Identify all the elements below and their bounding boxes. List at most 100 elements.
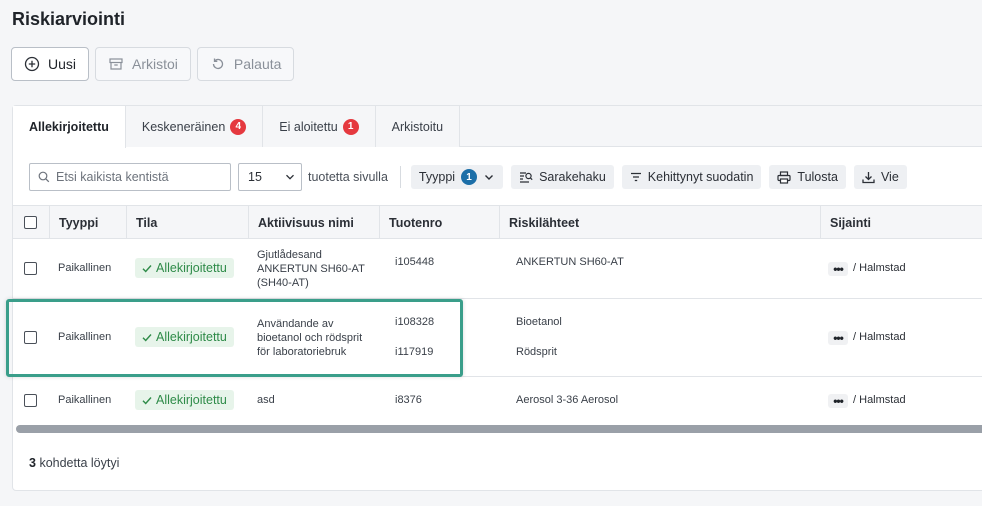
- tab-label: Keskeneräinen: [141, 119, 226, 134]
- row-checkbox[interactable]: [24, 262, 37, 275]
- product-number[interactable]: i117919: [395, 346, 433, 358]
- status-label: Allekirjoitettu: [156, 330, 227, 344]
- table-header: Tyyppi Tila Aktiivisuus nimi Tuotenro Ri…: [13, 205, 982, 239]
- results-count: 3 kohdetta löytyi: [29, 456, 119, 470]
- filter-bar: 15 tuotetta sivulla Tyyppi 1 Sarakehaku …: [29, 163, 907, 191]
- tab-archived[interactable]: Arkistoitu: [375, 106, 461, 147]
- more-dots-icon[interactable]: •••: [828, 394, 848, 408]
- plus-circle-icon: [24, 56, 40, 72]
- download-icon: [862, 171, 875, 183]
- column-search-icon: [520, 172, 533, 183]
- row-checkbox[interactable]: [24, 331, 37, 344]
- status-badge: Allekirjoitettu: [135, 390, 234, 410]
- risk-source[interactable]: Aerosol 3-36 Aerosol: [516, 394, 618, 406]
- location-label: Halmstad: [859, 262, 906, 274]
- table-row[interactable]: Paikallinen Allekirjoitettu Användande a…: [13, 299, 982, 377]
- results-count-label: kohdetta löytyi: [39, 456, 120, 470]
- chevron-down-icon: [286, 174, 294, 180]
- per-page-select[interactable]: 15: [238, 163, 302, 191]
- archive-icon: [109, 58, 123, 70]
- tab-label: Ei aloitettu: [279, 119, 338, 134]
- risk-source[interactable]: ANKERTUN SH60-AT: [516, 256, 624, 268]
- tab-bar: Allekirjoitettu Keskeneräinen 4 Ei aloit…: [13, 106, 982, 148]
- count-badge: 1: [342, 118, 359, 135]
- horizontal-scrollbar[interactable]: [16, 425, 982, 433]
- tab-in-progress[interactable]: Keskeneräinen 4: [125, 106, 264, 147]
- risk-source[interactable]: Bioetanol: [516, 316, 562, 328]
- archive-button[interactable]: Arkistoi: [95, 47, 191, 81]
- check-icon: [142, 396, 152, 405]
- search-input[interactable]: [56, 170, 226, 184]
- print-label: Tulosta: [797, 170, 838, 184]
- product-number[interactable]: i105448: [395, 256, 434, 268]
- row-checkbox[interactable]: [24, 394, 37, 407]
- page-title: Riskiarviointi: [12, 9, 126, 29]
- export-button[interactable]: Vie: [853, 165, 907, 189]
- location-label: Halmstad: [859, 331, 906, 343]
- advanced-filter-label: Kehittynyt suodatin: [647, 170, 754, 184]
- per-page-value: 15: [248, 170, 262, 184]
- search-icon: [38, 171, 50, 183]
- column-divider: [126, 206, 127, 239]
- column-header-product-no[interactable]: Tuotenro: [389, 206, 442, 239]
- restore-button-label: Palauta: [233, 56, 282, 72]
- new-button[interactable]: Uusi: [11, 47, 90, 81]
- column-divider: [49, 206, 50, 239]
- print-button[interactable]: Tulosta: [769, 165, 846, 189]
- column-header-status[interactable]: Tila: [136, 206, 157, 239]
- risk-source[interactable]: Rödsprit: [516, 346, 557, 358]
- column-divider: [820, 206, 821, 239]
- check-icon: [142, 333, 152, 342]
- count-badge: 4: [230, 118, 247, 135]
- type-cell: Paikallinen: [58, 262, 112, 274]
- column-header-risk-sources[interactable]: Riskilähteet: [509, 206, 579, 239]
- activity-cell: Användande av bioetanol och rödsprit för…: [257, 318, 363, 358]
- tab-not-started[interactable]: Ei aloitettu 1: [263, 106, 376, 147]
- table-row[interactable]: Paikallinen Allekirjoitettu Gjutlådesand…: [13, 239, 982, 299]
- activity-cell: asd: [257, 394, 275, 406]
- undo-icon: [212, 58, 224, 70]
- activity-cell: Gjutlådesand ANKERTUN SH60-AT (SH40-AT): [257, 249, 365, 289]
- product-number[interactable]: i108328: [395, 316, 434, 328]
- restore-button[interactable]: Palauta: [196, 47, 295, 81]
- column-search-button[interactable]: Sarakehaku: [511, 165, 614, 189]
- type-filter-button[interactable]: Tyyppi 1: [410, 165, 504, 189]
- location-cell: / Halmstad: [853, 331, 906, 343]
- divider: [399, 166, 401, 188]
- column-search-label: Sarakehaku: [539, 170, 606, 184]
- more-dots-icon[interactable]: •••: [828, 262, 848, 276]
- column-divider: [248, 206, 249, 239]
- location-label: Halmstad: [859, 394, 906, 406]
- chevron-down-icon: [485, 175, 494, 180]
- action-toolbar: Uusi Arkistoi Palauta: [11, 47, 295, 81]
- archive-button-label: Arkistoi: [132, 56, 178, 72]
- product-number[interactable]: i8376: [395, 394, 422, 406]
- check-icon: [142, 264, 152, 273]
- export-label: Vie: [880, 170, 899, 184]
- more-dots-icon[interactable]: •••: [828, 331, 848, 345]
- location-cell: / Halmstad: [853, 394, 906, 406]
- status-label: Allekirjoitettu: [156, 261, 227, 275]
- column-header-type[interactable]: Tyyppi: [59, 206, 98, 239]
- advanced-filter-button[interactable]: Kehittynyt suodatin: [621, 165, 762, 189]
- column-divider: [379, 206, 380, 239]
- status-badge: Allekirjoitettu: [135, 327, 234, 347]
- location-cell: / Halmstad: [853, 262, 906, 274]
- new-button-label: Uusi: [48, 56, 77, 72]
- tab-signed[interactable]: Allekirjoitettu: [13, 106, 126, 148]
- per-page-label: tuotetta sivulla: [308, 170, 388, 184]
- tab-label: Arkistoitu: [391, 119, 444, 134]
- risk-assessment-card: Allekirjoitettu Keskeneräinen 4 Ei aloit…: [12, 105, 982, 491]
- column-header-location[interactable]: Sijainti: [830, 206, 871, 239]
- type-filter-label: Tyyppi: [418, 170, 456, 184]
- search-field[interactable]: [29, 163, 231, 191]
- column-divider: [499, 206, 500, 239]
- select-all-checkbox[interactable]: [24, 216, 37, 229]
- table-row[interactable]: Paikallinen Allekirjoitettu asd i8376 Ae…: [13, 377, 982, 423]
- type-cell: Paikallinen: [58, 331, 112, 343]
- column-header-activity[interactable]: Aktiivisuus nimi: [258, 206, 354, 239]
- status-label: Allekirjoitettu: [156, 393, 227, 407]
- tabs-filler: [460, 106, 982, 146]
- risk-table: Tyyppi Tila Aktiivisuus nimi Tuotenro Ri…: [13, 205, 982, 423]
- type-cell: Paikallinen: [58, 394, 112, 406]
